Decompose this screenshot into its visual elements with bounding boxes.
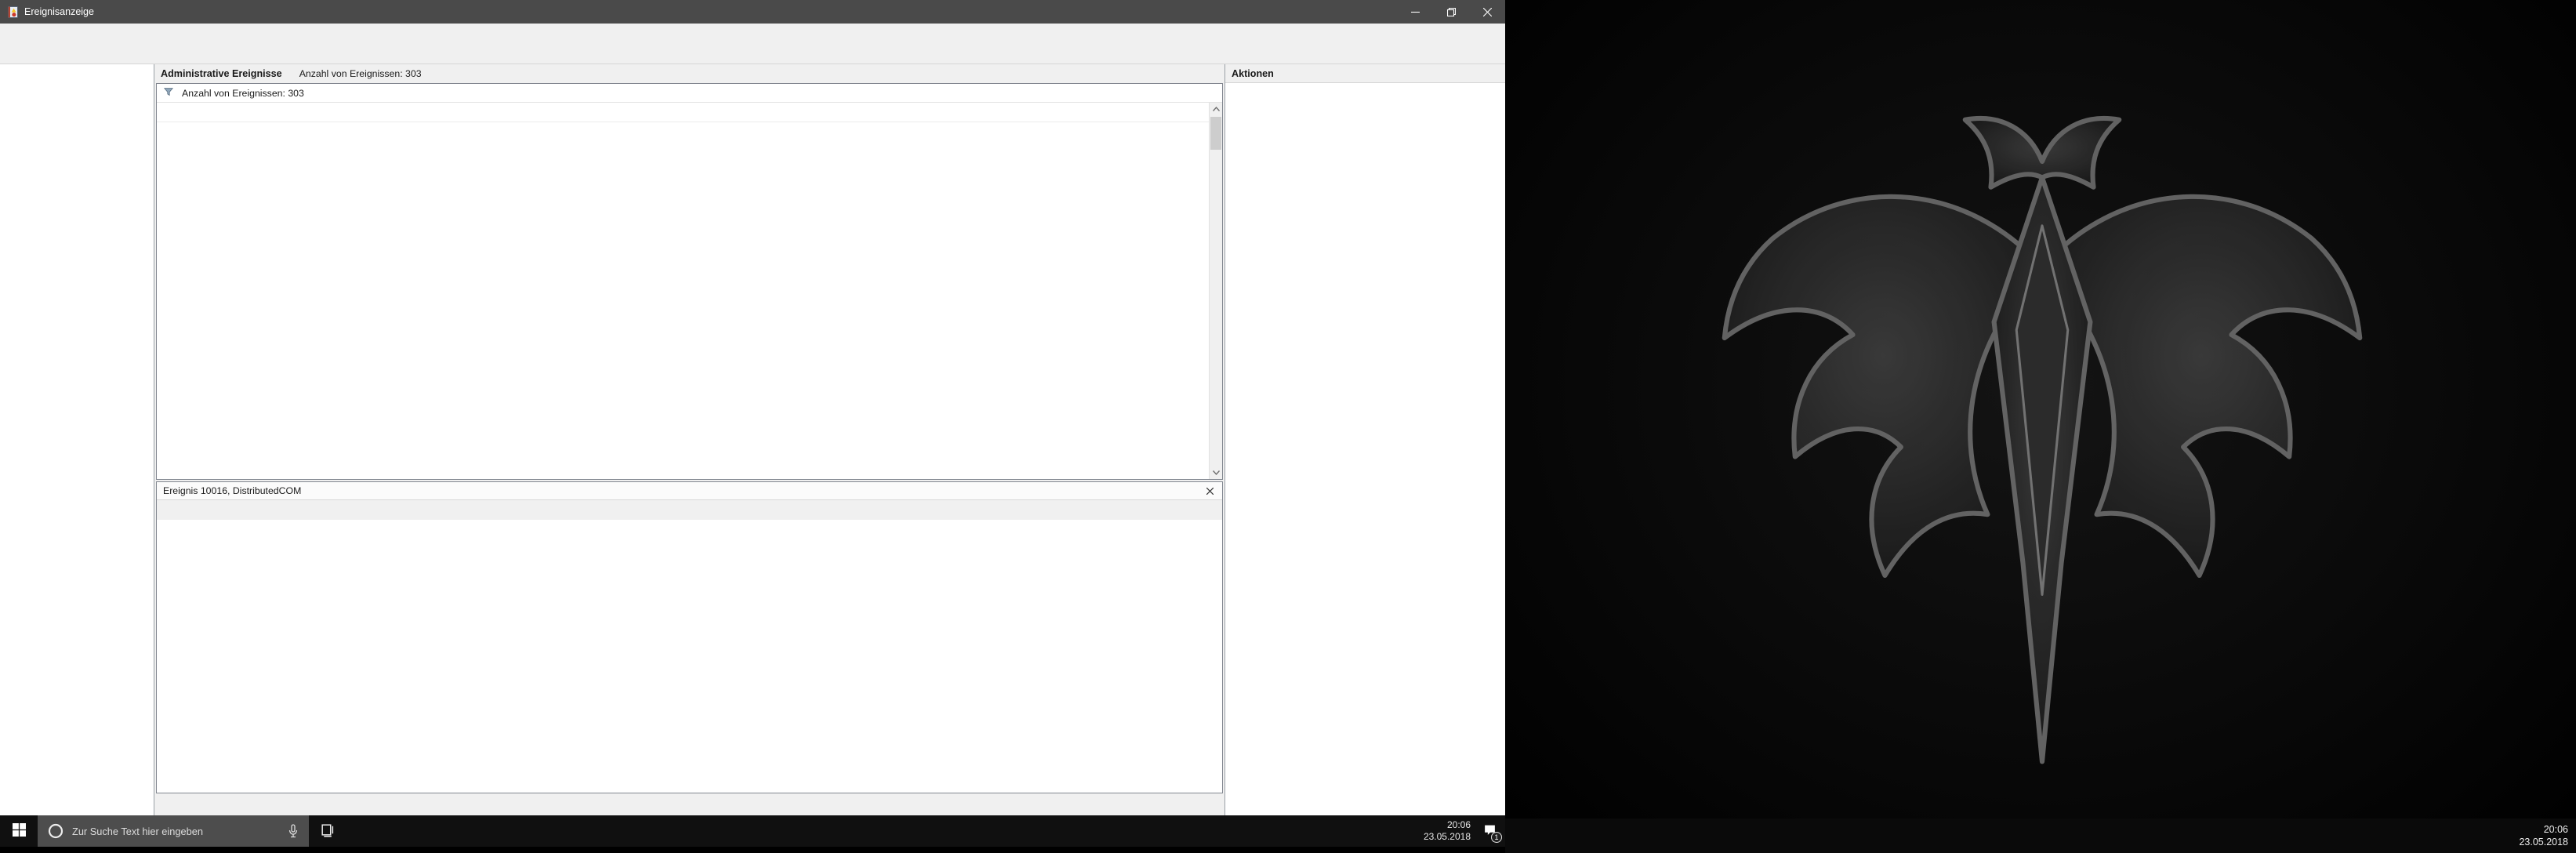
task-view-button[interactable] <box>309 815 345 847</box>
clock-time: 20:06 <box>1446 819 1471 830</box>
restore-button[interactable] <box>1433 0 1469 24</box>
event-viewer-icon <box>6 5 20 19</box>
notification-badge: 1 <box>1491 832 1502 843</box>
event-rows <box>157 122 1222 479</box>
clock2-date: 23.05.2018 <box>2519 837 2568 848</box>
microphone-icon[interactable] <box>287 824 299 838</box>
actions-title: Aktionen <box>1225 64 1505 83</box>
console-tree <box>0 64 154 815</box>
view-title: Administrative Ereignisse <box>161 68 282 79</box>
clock-secondary[interactable]: 20:06 23.05.2018 <box>2519 819 2576 853</box>
search-placeholder: Zur Suche Text hier eingeben <box>72 825 203 837</box>
clock[interactable]: 20:06 23.05.2018 <box>1416 819 1474 843</box>
filter-event-count: Anzahl von Ereignissen: 303 <box>182 87 304 99</box>
results-pane: Administrative Ereignisse Anzahl von Ere… <box>154 64 1225 815</box>
menu-bar <box>0 24 1505 42</box>
minimize-button[interactable] <box>1397 0 1433 24</box>
window-title: Ereignisanzeige <box>24 6 94 17</box>
clock2-time: 20:06 <box>2543 824 2568 835</box>
title-bar: Ereignisanzeige <box>0 0 1505 24</box>
view-header: Administrative Ereignisse Anzahl von Ere… <box>154 64 1225 83</box>
scrollbar-thumb[interactable] <box>1210 117 1221 150</box>
search-input[interactable]: Zur Suche Text hier eingeben <box>38 815 309 847</box>
taskbar-primary: Zur Suche Text hier eingeben 20:06 23.05… <box>0 815 1505 847</box>
detail-body <box>157 520 1222 793</box>
monitor-primary: Ereignisanzeige Administrative Ereigniss… <box>0 0 1505 847</box>
event-list-panel: Anzahl von Ereignissen: 303 <box>156 83 1223 480</box>
close-button[interactable] <box>1469 0 1505 24</box>
filter-info-row: Anzahl von Ereignissen: 303 <box>157 84 1222 103</box>
start-button[interactable] <box>0 815 38 847</box>
detail-title: Ereignis 10016, DistributedCOM <box>163 485 302 496</box>
detail-tabs <box>157 500 1222 520</box>
scroll-up-arrow[interactable] <box>1210 103 1222 116</box>
detail-close-icon[interactable] <box>1203 485 1216 497</box>
system-tray: 20:06 23.05.2018 1 <box>1416 815 1505 847</box>
scroll-down-arrow[interactable] <box>1210 466 1222 479</box>
event-detail-panel: Ereignis 10016, DistributedCOM <box>156 481 1223 793</box>
vertical-scrollbar[interactable] <box>1209 103 1222 479</box>
taskbar-secondary: 20:06 23.05.2018 <box>1505 819 2576 853</box>
column-header-row <box>157 103 1222 122</box>
monitor-secondary: 20:06 23.05.2018 <box>1505 0 2576 853</box>
cortana-icon <box>47 822 64 840</box>
actions-pane: Aktionen <box>1225 64 1505 815</box>
filter-icon <box>163 86 182 100</box>
toolbar <box>0 42 1505 64</box>
clock-date: 23.05.2018 <box>1423 831 1471 842</box>
event-viewer-window: Ereignisanzeige Administrative Ereigniss… <box>0 0 1505 815</box>
view-event-count: Anzahl von Ereignissen: 303 <box>299 68 422 79</box>
skyrim-dragon-logo <box>1722 115 2363 764</box>
action-center-button[interactable]: 1 <box>1474 815 1505 847</box>
